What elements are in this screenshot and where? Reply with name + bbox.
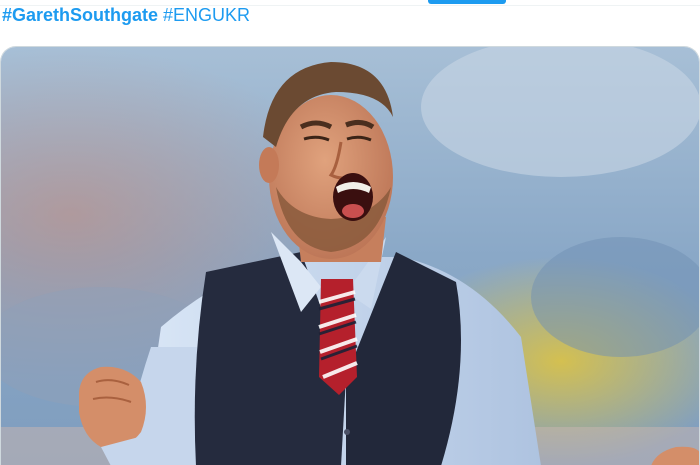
hashtag-link[interactable]: #ENGUKR bbox=[163, 5, 250, 25]
active-tab-indicator bbox=[428, 0, 506, 4]
photo-of-celebrating-man-icon bbox=[1, 47, 699, 465]
tweet-text: #GarethSouthgate #ENGUKR bbox=[2, 4, 250, 28]
tweet-photo[interactable] bbox=[0, 46, 700, 465]
hashtag-link[interactable]: #GarethSouthgate bbox=[2, 5, 158, 25]
